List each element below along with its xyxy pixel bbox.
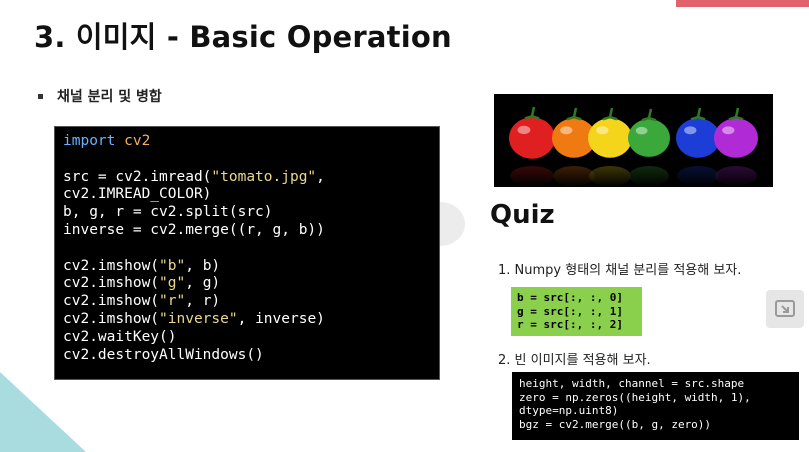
tomato-stem: [524, 106, 540, 120]
tomato-highlight: [722, 126, 735, 135]
tomato-highlight: [684, 126, 697, 135]
code-line-split: b, g, r = cv2.split(src): [63, 204, 273, 221]
screen-capture-icon[interactable]: [766, 290, 804, 328]
code-line: r = src[:, :, 2]: [517, 318, 623, 331]
code-line-waitkey: cv2.waitKey(): [63, 328, 177, 345]
tomato: [628, 119, 670, 157]
tomato: [588, 118, 632, 158]
tomato: [509, 117, 555, 159]
quiz-title: Quiz: [490, 200, 555, 230]
code-line-imshow: cv2.imshow("r", r): [63, 293, 221, 310]
section-label: 채널 분리 및 병합: [57, 89, 162, 105]
tomato-highlight: [635, 126, 648, 135]
import-keyword: import: [63, 133, 116, 149]
code-line-destroy: cv2.destroyAllWindows(): [63, 346, 264, 363]
tomato-highlight: [596, 126, 609, 135]
tomato-highlight: [560, 126, 573, 135]
code-line-import: import cv2: [63, 133, 431, 151]
code-line-imshow: cv2.imshow("g", g): [63, 275, 221, 292]
code-line: zero = np.zeros((height, width, 1),: [519, 390, 751, 404]
quiz-question-2: 2. 빈 이미지를 적용해 보자.: [498, 353, 651, 368]
tomato-stem: [602, 107, 618, 121]
tomato: [714, 118, 758, 158]
tomato-stem: [728, 107, 744, 121]
quiz-question-1: 1. Numpy 형태의 채널 분리를 적용해 보자.: [498, 263, 742, 278]
tomato-highlight: [517, 125, 531, 135]
code-line-imshow: cv2.imshow("inverse", inverse): [63, 310, 325, 327]
tomato-illustration: [494, 106, 773, 187]
quiz-code-1: b = src[:, :, 0] g = src[:, :, 1] r = sr…: [511, 287, 642, 336]
tomato: [676, 118, 720, 158]
code-line-imread-flag: cv2.IMREAD_COLOR): [63, 186, 212, 203]
code-line: dtype=np.uint8): [519, 404, 619, 417]
tomato-stem: [566, 107, 582, 121]
quiz-code-2: height, width, channel = src.shape zero …: [512, 372, 799, 440]
section-heading: 채널 분리 및 병합: [38, 86, 162, 106]
code-line: g = src[:, :, 1]: [517, 304, 623, 318]
corner-decoration: [0, 372, 86, 452]
code-line-imshow: cv2.imshow("b", b): [63, 257, 221, 274]
code-line: bgz = cv2.merge((b, g, zero)): [519, 417, 712, 431]
slide-title: 3. 이미지 - Basic Operation: [34, 20, 452, 54]
code-line: b = src[:, :, 0]: [517, 291, 623, 304]
tomato-stem: [641, 108, 657, 122]
tomato-row-image: [494, 94, 773, 187]
bullet-icon: [38, 93, 43, 99]
code-line: height, width, channel = src.shape: [519, 377, 745, 390]
tomato-stem: [690, 107, 706, 121]
module-name: cv2: [124, 133, 151, 149]
top-accent-bar: [676, 0, 809, 7]
code-line-merge: inverse = cv2.merge((r, g, b)): [63, 221, 325, 238]
main-code-block: import cv2 src = cv2.imread("tomato.jpg"…: [54, 126, 440, 380]
code-line-imread: src = cv2.imread("tomato.jpg",: [63, 168, 325, 185]
